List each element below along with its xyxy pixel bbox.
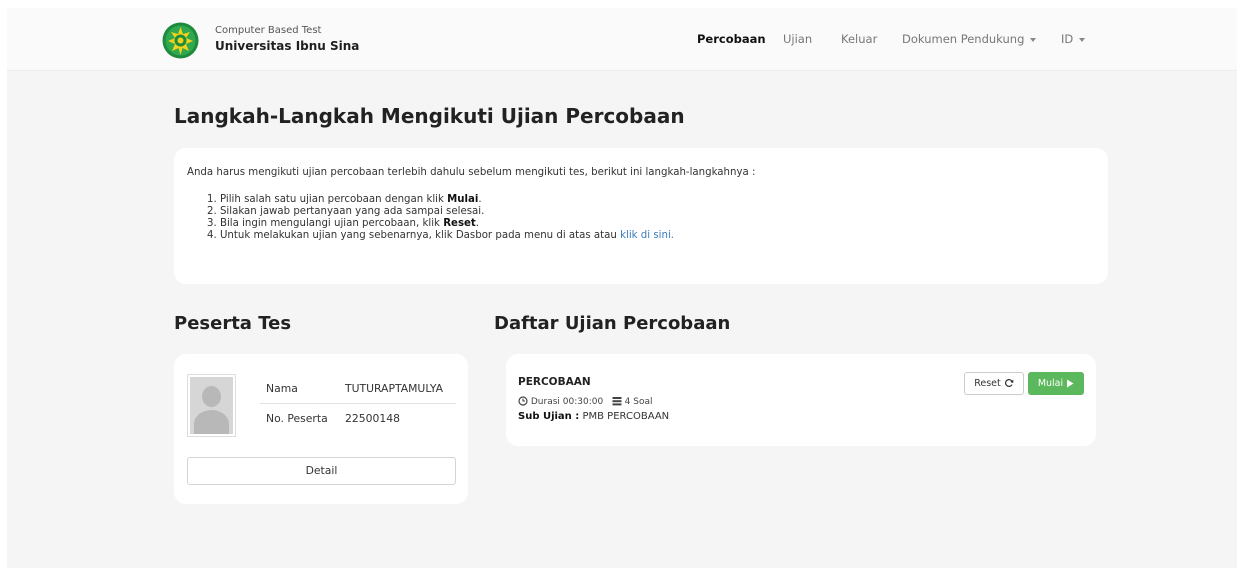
avatar: [187, 374, 236, 437]
participant-card: Nama TUTURAPTAMULYA No. Peserta 22500148…: [174, 354, 468, 504]
clock-icon: [518, 396, 528, 406]
step-keyword: Mulai: [447, 194, 479, 205]
name-value: TUTURAPTAMULYA: [345, 382, 444, 395]
start-button[interactable]: Mulai: [1028, 372, 1084, 395]
step-text: 3. Bila ingin mengulangi ujian percobaan…: [207, 218, 444, 229]
exam-sub: Sub Ujian : PMB PERCOBAAN: [518, 411, 669, 422]
brand[interactable]: Computer Based Test Universitas Ibnu Sin…: [215, 25, 359, 54]
nav-documents-label: Dokumen Pendukung: [902, 32, 1025, 46]
exam-title: PERCOBAAN: [518, 376, 591, 388]
participant-number-label: No. Peserta: [266, 412, 328, 425]
exam-duration: Durasi 00:30:00: [530, 397, 604, 407]
nav-documents-dropdown[interactable]: Dokumen Pendukung: [902, 32, 1037, 46]
detail-button[interactable]: Detail: [187, 457, 456, 485]
nav-exam[interactable]: Ujian: [783, 32, 812, 46]
start-label: Mulai: [1037, 378, 1064, 389]
avatar-placeholder-icon: [190, 377, 233, 434]
exam-list-heading: Daftar Ujian Percobaan: [494, 313, 731, 334]
brand-title: Universitas Ibnu Sina: [215, 39, 360, 53]
exam-card: PERCOBAAN Durasi 00:30:00 4 Soal Sub Uji…: [506, 354, 1096, 446]
dashboard-link[interactable]: klik di sini: [620, 230, 671, 241]
steps-panel: Anda harus mengikuti ujian percobaan ter…: [174, 148, 1108, 284]
page-frame: Computer Based Test Universitas Ibnu Sin…: [7, 8, 1237, 568]
refresh-icon: [1004, 379, 1014, 387]
nav-trial[interactable]: Percobaan: [697, 32, 766, 46]
step-text: 1. Pilih salah satu ujian percobaan deng…: [207, 194, 448, 205]
play-icon: [1067, 379, 1074, 388]
participant-heading: Peserta Tes: [174, 313, 292, 334]
nav-logout[interactable]: Keluar: [841, 32, 877, 46]
nav-language-label: ID: [1061, 32, 1074, 46]
caret-down-icon: [1030, 37, 1037, 42]
top-navbar: Computer Based Test Universitas Ibnu Sin…: [7, 8, 1237, 71]
participant-info-table: Nama TUTURAPTAMULYA No. Peserta 22500148: [260, 374, 456, 432]
exam-meta: Durasi 00:30:00 4 Soal: [518, 396, 653, 407]
caret-down-icon: [1079, 37, 1086, 42]
step-item: 2. Silakan jawab pertanyaan yang ada sam…: [207, 206, 485, 217]
step-keyword: Reset: [443, 218, 476, 229]
exam-sub-value: PMB PERCOBAAN: [582, 411, 670, 422]
steps-list: 1. Pilih salah satu ujian percobaan deng…: [207, 194, 674, 242]
list-icon: [612, 397, 622, 406]
reset-button[interactable]: Reset: [964, 372, 1024, 395]
exam-question-count: 4 Soal: [624, 397, 653, 407]
nav-language-dropdown[interactable]: ID: [1061, 32, 1086, 46]
table-row: Nama TUTURAPTAMULYA: [260, 374, 456, 403]
reset-label: Reset: [974, 378, 1001, 389]
step-item: 4. Untuk melakukan ujian yang sebenarnya…: [207, 230, 675, 241]
brand-subtitle: Computer Based Test: [215, 25, 322, 36]
participant-number-value: 22500148: [345, 412, 400, 425]
step-item: 1. Pilih salah satu ujian percobaan deng…: [207, 194, 482, 205]
steps-intro: Anda harus mengikuti ujian percobaan ter…: [187, 167, 756, 178]
table-row: No. Peserta 22500148: [260, 403, 456, 432]
name-label: Nama: [266, 382, 298, 395]
university-logo-icon[interactable]: [162, 22, 199, 59]
exam-sub-label: Sub Ujian :: [518, 411, 580, 422]
step-text: 4. Untuk melakukan ujian yang sebenarnya…: [207, 230, 621, 241]
step-item: 3. Bila ingin mengulangi ujian percobaan…: [207, 218, 480, 229]
steps-heading: Langkah-Langkah Mengikuti Ujian Percobaa…: [174, 104, 685, 128]
